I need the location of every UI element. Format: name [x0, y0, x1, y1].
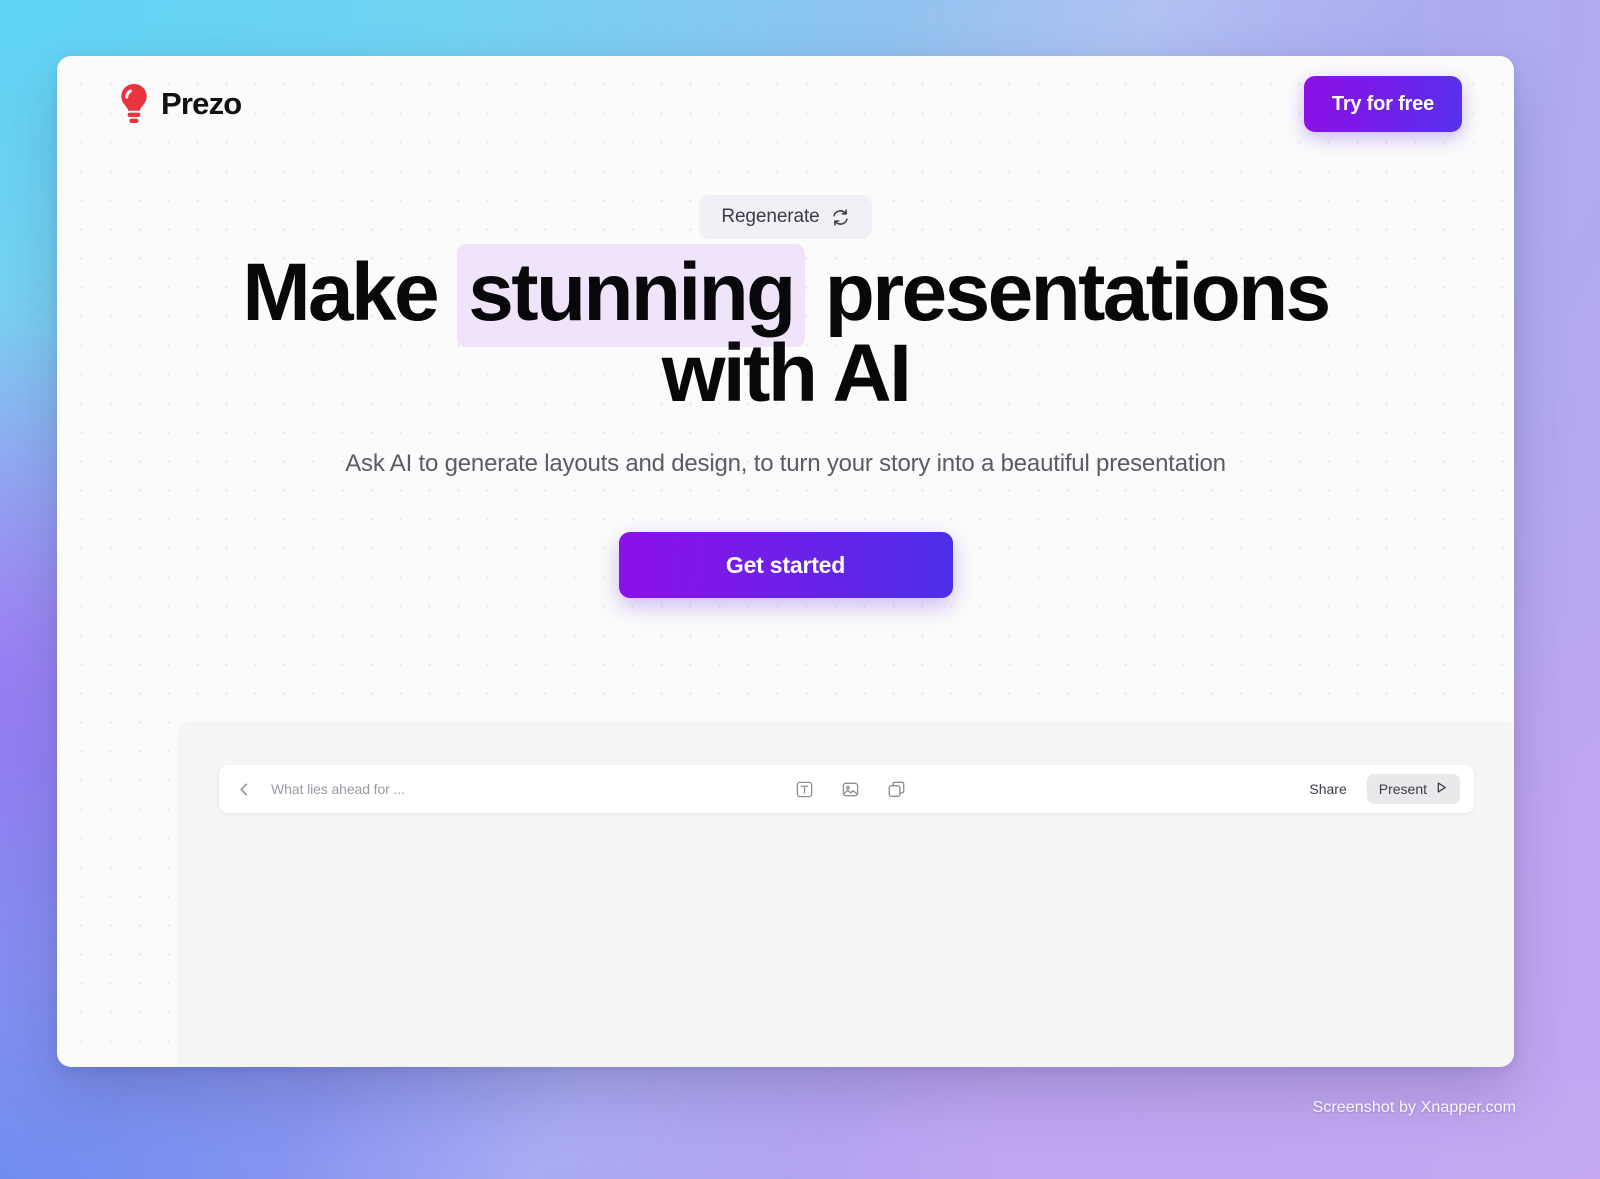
desktop-background: Prezo Try for free Regenerate Make stunn… — [0, 0, 1600, 1179]
lightbulb-icon — [119, 83, 149, 125]
try-for-free-button[interactable]: Try for free — [1303, 76, 1462, 132]
refresh-icon — [831, 208, 850, 227]
image-icon[interactable] — [839, 778, 861, 800]
hero-section: Regenerate Make stunning presentations w… — [57, 152, 1514, 599]
regenerate-label: Regenerate — [721, 206, 820, 227]
shape-icon[interactable] — [885, 778, 907, 800]
text-box-icon[interactable] — [793, 778, 815, 800]
toolbar-right-group: Share Present — [1295, 774, 1460, 804]
get-started-button[interactable]: Get started — [618, 532, 953, 599]
deck-title[interactable]: What lies ahead for ... — [271, 781, 405, 797]
toolbar-left-group: What lies ahead for ... — [233, 778, 405, 800]
present-label: Present — [1378, 781, 1427, 797]
editor-toolbar: What lies ahead for ... Share Present — [219, 765, 1474, 813]
page-title: Make stunning presentations with AI — [226, 244, 1346, 415]
toolbar-tools-group — [405, 778, 1296, 800]
play-icon — [1435, 781, 1448, 797]
headline-part-1: Make — [242, 247, 458, 338]
app-window: Prezo Try for free Regenerate Make stunn… — [57, 56, 1514, 1067]
chevron-left-icon[interactable] — [233, 778, 255, 800]
present-button[interactable]: Present — [1366, 774, 1460, 804]
regenerate-button[interactable]: Regenerate — [699, 195, 872, 239]
editor-preview-panel: What lies ahead for ... Share Present — [177, 721, 1514, 1067]
app-header: Prezo Try for free — [57, 56, 1514, 152]
hero-subtitle: Ask AI to generate layouts and design, t… — [345, 450, 1226, 478]
watermark: Screenshot by Xnapper.com — [1312, 1099, 1516, 1116]
share-button[interactable]: Share — [1295, 774, 1360, 804]
brand-logo[interactable]: Prezo — [119, 83, 242, 125]
brand-name: Prezo — [161, 86, 242, 121]
